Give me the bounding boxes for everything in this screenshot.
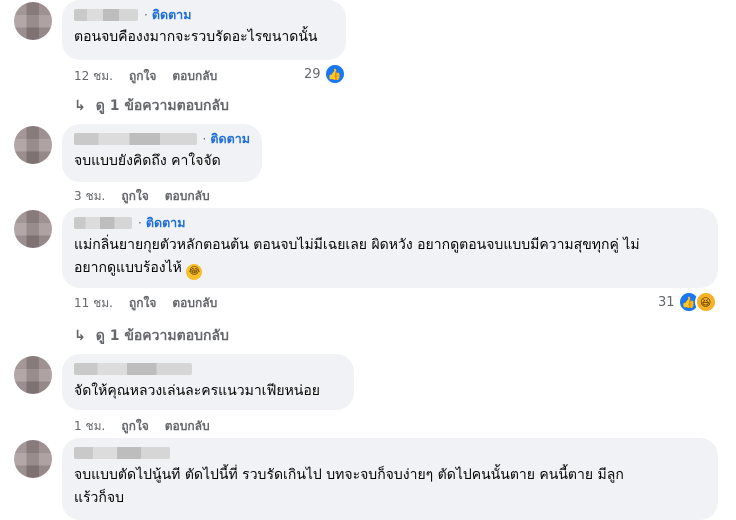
name-row: [74, 360, 342, 378]
comment-bubble: จัดให้คุณหลวงเล่นละครแนวมาเฟียหน่อย: [62, 354, 354, 410]
blurred-author-name[interactable]: [74, 9, 138, 21]
reply-button[interactable]: ตอบกลับ: [165, 187, 210, 206]
name-row: · ติดตาม: [74, 130, 250, 148]
avatar[interactable]: [14, 126, 52, 164]
comment-bubble: · ติดตาม แม่กลิ่นยายกุยตัวหลักตอนต้น ตอน…: [62, 208, 718, 288]
reaction-count: 29: [304, 66, 321, 82]
haha-icon: 😆: [694, 291, 717, 313]
comment-bubble: · ติดตาม จบแบบยังคิดถึง คาใจจัด: [62, 124, 262, 182]
view-replies-label: ดู 1 ข้อความตอบกลับ: [95, 328, 229, 344]
thumbs-up-icon: 👍: [323, 63, 346, 85]
comment-text-line-2: อยากดูแบบร้องไห้ 😂: [74, 257, 706, 280]
comment-text: ตอนจบคืองงมากจะรวบรัดอะไรขนาดนั้น: [74, 29, 318, 45]
comment-text: จบแบบยังคิดถึง คาใจจัด: [74, 153, 221, 169]
avatar[interactable]: [14, 210, 52, 248]
timestamp[interactable]: 11 ชม.: [74, 294, 113, 313]
blurred-author-name[interactable]: [74, 363, 192, 375]
comment-actions: 1 ชม. ถูกใจ ตอบกลับ: [74, 417, 226, 436]
comment-bubble: จบแบบตัดไปนู้นที ตัดไปนี้ที่ รวบรัดเกินไ…: [62, 438, 718, 520]
blurred-author-name[interactable]: [74, 133, 197, 145]
comment-text-line-2: แร้วก็จบ: [74, 490, 124, 506]
avatar[interactable]: [14, 2, 52, 40]
blurred-author-name[interactable]: [74, 217, 132, 229]
comment-text: จบแบบตัดไปนู้นที ตัดไปนี้ที่ รวบรัดเกินไ…: [74, 464, 706, 510]
follow-link[interactable]: ติดตาม: [146, 213, 186, 233]
separator-dot: ·: [202, 132, 207, 146]
avatar[interactable]: [14, 356, 52, 394]
view-replies-label: ดู 1 ข้อความตอบกลับ: [95, 98, 229, 114]
like-button[interactable]: ถูกใจ: [129, 67, 156, 86]
avatar[interactable]: [14, 440, 52, 478]
reply-button[interactable]: ตอบกลับ: [172, 67, 217, 86]
reply-arrow-icon: ↳: [74, 328, 86, 344]
comment-text: จัดให้คุณหลวงเล่นละครแนวมาเฟียหน่อย: [74, 383, 320, 399]
laughing-emoji-icon: 😂: [186, 264, 203, 280]
reaction-count: 31: [658, 294, 675, 310]
reply-arrow-icon: ↳: [74, 98, 86, 114]
comment-actions: 12 ชม. ถูกใจ ตอบกลับ: [74, 67, 233, 86]
blurred-author-name[interactable]: [74, 447, 170, 459]
comment-text-line-2-label: อยากดูแบบร้องไห้: [74, 260, 182, 276]
timestamp[interactable]: 12 ชม.: [74, 67, 113, 86]
comment-text: แม่กลิ่นยายกุยตัวหลักตอนต้น ตอนจบไม่มีเฉ…: [74, 234, 706, 280]
view-replies-link[interactable]: ↳ ดู 1 ข้อความตอบกลับ: [74, 325, 229, 347]
separator-dot: ·: [138, 216, 142, 230]
follow-link[interactable]: ติดตาม: [152, 5, 192, 25]
name-row: · ติดตาม: [74, 6, 334, 24]
comment-actions: 11 ชม. ถูกใจ ตอบกลับ: [74, 294, 233, 313]
follow-link[interactable]: ติดตาม: [210, 129, 250, 149]
comment-bubble: · ติดตาม ตอนจบคืองงมากจะรวบรัดอะไรขนาดนั…: [62, 0, 346, 60]
timestamp[interactable]: 3 ชม.: [74, 187, 105, 206]
comment-actions: 3 ชม. ถูกใจ ตอบกลับ: [74, 187, 226, 206]
view-replies-link[interactable]: ↳ ดู 1 ข้อความตอบกลับ: [74, 95, 229, 117]
timestamp[interactable]: 1 ชม.: [74, 417, 105, 436]
reply-button[interactable]: ตอบกลับ: [172, 294, 217, 313]
reaction-summary[interactable]: 29 👍: [304, 63, 346, 85]
reaction-summary[interactable]: 31 👍 😆: [658, 291, 717, 313]
like-button[interactable]: ถูกใจ: [121, 187, 148, 206]
separator-dot: ·: [144, 8, 148, 22]
reply-button[interactable]: ตอบกลับ: [165, 417, 210, 436]
like-button[interactable]: ถูกใจ: [121, 417, 148, 436]
name-row: · ติดตาม: [74, 214, 706, 232]
name-row: [74, 444, 706, 462]
comment-text-line-1: แม่กลิ่นยายกุยตัวหลักตอนต้น ตอนจบไม่มีเฉ…: [74, 237, 640, 253]
comment-text-line-1: จบแบบตัดไปนู้นที ตัดไปนี้ที่ รวบรัดเกินไ…: [74, 467, 624, 483]
like-button[interactable]: ถูกใจ: [129, 294, 156, 313]
